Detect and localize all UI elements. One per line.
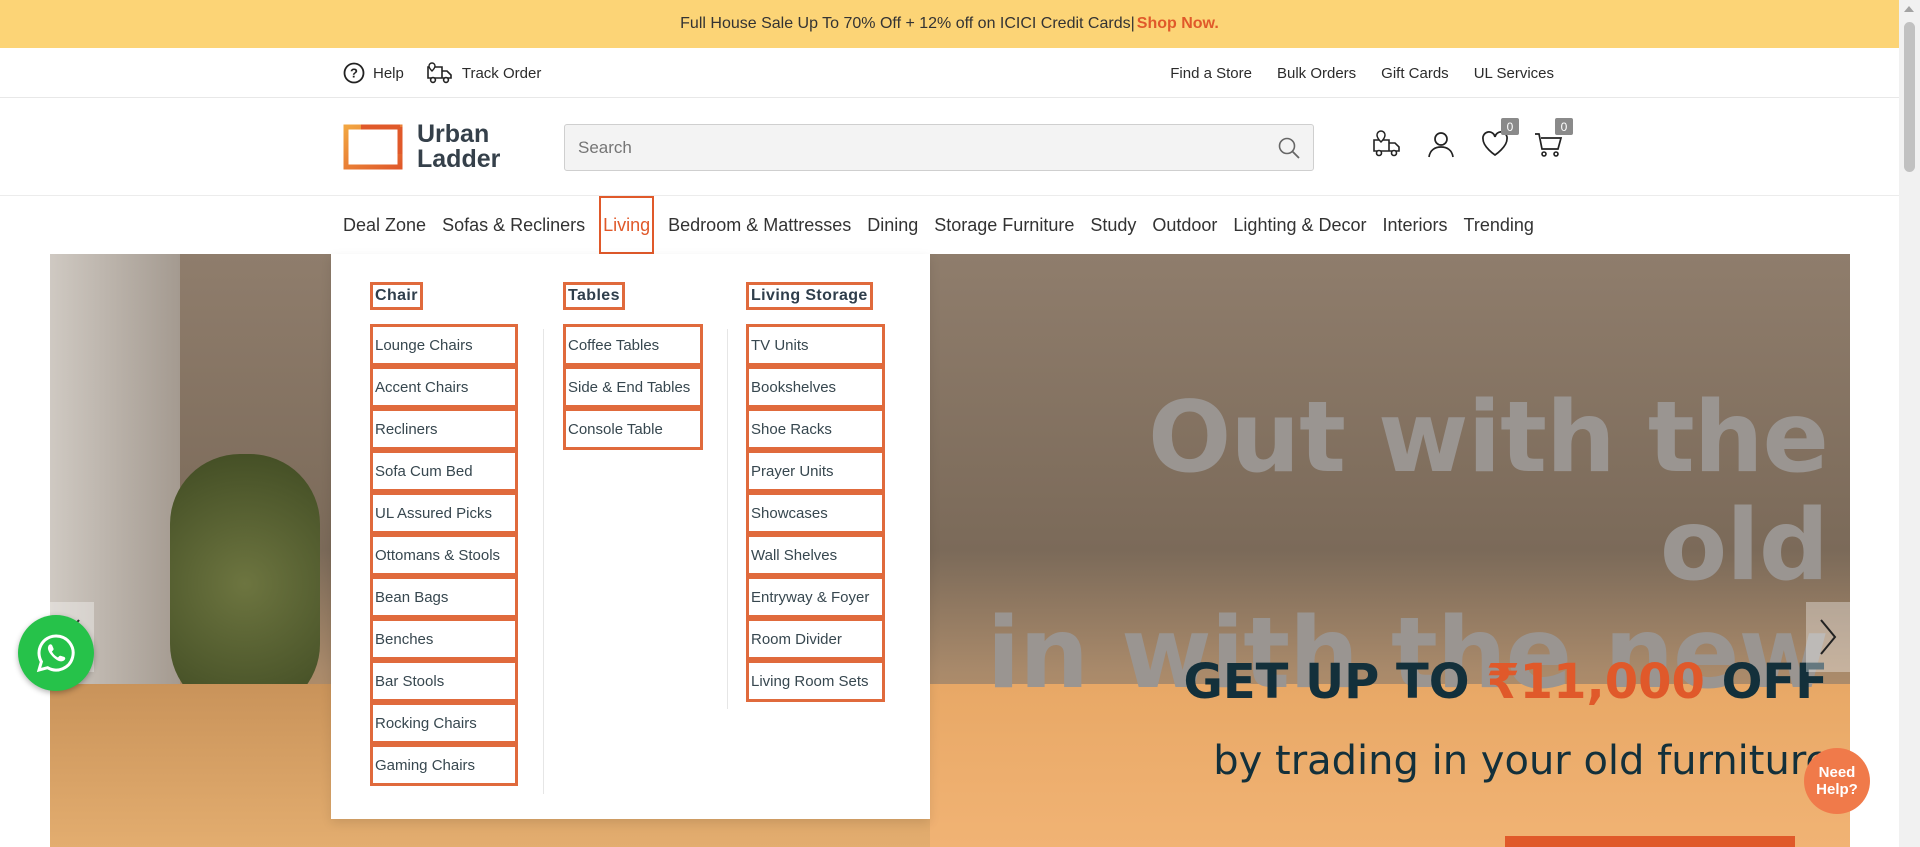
main-header: Urban Ladder 0 0 [0, 98, 1899, 196]
category-nav: Deal Zone Sofas & Recliners Living Bedro… [0, 196, 1899, 254]
offer-subtitle: by trading in your old furniture [1213, 738, 1830, 784]
nav-deal-zone[interactable]: Deal Zone [343, 215, 434, 236]
help-icon: ? [343, 62, 365, 84]
tables-heading[interactable]: Tables [563, 282, 625, 310]
menu-item-ottomans-stools[interactable]: Ottomans & Stools [370, 534, 518, 576]
menu-item-wall-shelves[interactable]: Wall Shelves [746, 534, 885, 576]
living-storage-heading[interactable]: Living Storage [746, 282, 873, 310]
scroll-up-arrow-icon[interactable] [1904, 6, 1914, 12]
menu-item-prayer-units[interactable]: Prayer Units [746, 450, 885, 492]
whatsapp-button[interactable] [18, 615, 94, 691]
menu-item-rocking-chairs[interactable]: Rocking Chairs [370, 702, 518, 744]
offer-amount: ₹11,000 [1486, 654, 1705, 710]
wishlist-button[interactable]: 0 [1479, 118, 1519, 160]
menu-item-accent-chairs[interactable]: Accent Chairs [370, 366, 518, 408]
column-divider [543, 329, 544, 794]
nav-living[interactable]: Living [599, 196, 655, 254]
menu-item-ul-assured-picks[interactable]: UL Assured Picks [370, 492, 518, 534]
menu-item-bar-stools[interactable]: Bar Stools [370, 660, 518, 702]
user-icon [1428, 132, 1454, 158]
track-order-link[interactable]: Track Order [426, 61, 541, 85]
hero-offer: GET UP TO ₹11,000 OFF [1180, 654, 1828, 710]
menu-item-console-table[interactable]: Console Table [563, 408, 703, 450]
menu-item-room-divider[interactable]: Room Divider [746, 618, 885, 660]
promo-bar: Full House Sale Up To 70% Off + 12% off … [0, 0, 1899, 48]
menu-item-bookshelves[interactable]: Bookshelves [746, 366, 885, 408]
search-icon[interactable] [1277, 136, 1301, 160]
nav-dining[interactable]: Dining [859, 215, 926, 236]
utility-bar: ? Help Track Order Find a Store Bulk Ord… [0, 48, 1899, 98]
logo-line1: Urban [417, 120, 490, 148]
menu-item-bean-bags[interactable]: Bean Bags [370, 576, 518, 618]
find-store-link[interactable]: Find a Store [1170, 65, 1252, 82]
hero-banner[interactable]: Out with the old in with the new GET UP … [50, 254, 1850, 847]
menu-item-entryway-foyer[interactable]: Entryway & Foyer [746, 576, 885, 618]
search-box [564, 124, 1314, 171]
tables-column: Tables Coffee Tables Side & End Tables C… [563, 282, 703, 450]
menu-item-tv-units[interactable]: TV Units [746, 324, 885, 366]
hero-cta-button[interactable] [1505, 836, 1795, 847]
cart-count-badge: 0 [1555, 118, 1573, 135]
search-input[interactable] [565, 125, 1245, 170]
page-scrollbar[interactable] [1899, 0, 1920, 847]
ul-services-link[interactable]: UL Services [1474, 65, 1554, 82]
whatsapp-icon [36, 634, 75, 673]
menu-item-showcases[interactable]: Showcases [746, 492, 885, 534]
menu-item-recliners[interactable]: Recliners [370, 408, 518, 450]
menu-item-benches[interactable]: Benches [370, 618, 518, 660]
need-help-line1: Need [1818, 764, 1856, 781]
shop-now-link[interactable]: Shop Now. [1137, 15, 1219, 33]
menu-item-sofa-cum-bed[interactable]: Sofa Cum Bed [370, 450, 518, 492]
help-link[interactable]: ? Help [343, 62, 404, 84]
nav-outdoor[interactable]: Outdoor [1144, 215, 1225, 236]
track-order-label: Track Order [461, 64, 542, 82]
cart-button[interactable]: 0 [1533, 118, 1573, 160]
nav-interiors[interactable]: Interiors [1375, 215, 1456, 236]
menu-item-shoe-racks[interactable]: Shoe Racks [746, 408, 885, 450]
scrollbar-thumb[interactable] [1904, 22, 1915, 172]
menu-item-lounge-chairs[interactable]: Lounge Chairs [370, 324, 518, 366]
menu-item-coffee-tables[interactable]: Coffee Tables [563, 324, 703, 366]
hero-headline-line1: Out with the old [1148, 381, 1829, 603]
urban-ladder-logo[interactable]: Urban Ladder [343, 122, 500, 172]
offer-pre: GET UP TO [1183, 654, 1470, 710]
carousel-next-button[interactable] [1806, 602, 1850, 672]
nav-storage-furniture[interactable]: Storage Furniture [926, 215, 1082, 236]
chair-heading[interactable]: Chair [370, 282, 423, 310]
bulk-orders-link[interactable]: Bulk Orders [1277, 65, 1356, 82]
menu-item-side-end-tables[interactable]: Side & End Tables [563, 366, 703, 408]
chevron-right-icon [1820, 619, 1837, 655]
nav-sofas-recliners[interactable]: Sofas & Recliners [434, 215, 593, 236]
column-divider [727, 329, 728, 709]
nav-study[interactable]: Study [1082, 215, 1144, 236]
nav-bedroom-mattresses[interactable]: Bedroom & Mattresses [660, 215, 859, 236]
store-locator-button[interactable] [1371, 128, 1403, 160]
promo-text: Full House Sale Up To 70% Off + 12% off … [680, 15, 1135, 32]
truck-icon [427, 62, 452, 84]
help-label: Help [373, 64, 404, 82]
nav-lighting-decor[interactable]: Lighting & Decor [1225, 215, 1374, 236]
truck-location-icon [1373, 130, 1400, 157]
hero-plant-image [170, 454, 320, 714]
nav-trending[interactable]: Trending [1456, 215, 1542, 236]
menu-item-living-room-sets[interactable]: Living Room Sets [746, 660, 885, 702]
svg-text:?: ? [350, 66, 358, 81]
chair-column: Chair Lounge Chairs Accent Chairs Reclin… [370, 282, 518, 786]
wishlist-count-badge: 0 [1501, 118, 1519, 135]
menu-item-gaming-chairs[interactable]: Gaming Chairs [370, 744, 518, 786]
logo-line2: Ladder [417, 145, 501, 173]
living-storage-column: Living Storage TV Units Bookshelves Shoe… [746, 282, 885, 702]
logo-mark-icon [343, 124, 403, 170]
account-button[interactable] [1425, 128, 1457, 160]
living-dropdown-menu: Chair Lounge Chairs Accent Chairs Reclin… [331, 254, 930, 819]
need-help-button[interactable]: Need Help? [1804, 748, 1870, 814]
need-help-line2: Help? [1816, 781, 1858, 798]
gift-cards-link[interactable]: Gift Cards [1381, 65, 1449, 82]
